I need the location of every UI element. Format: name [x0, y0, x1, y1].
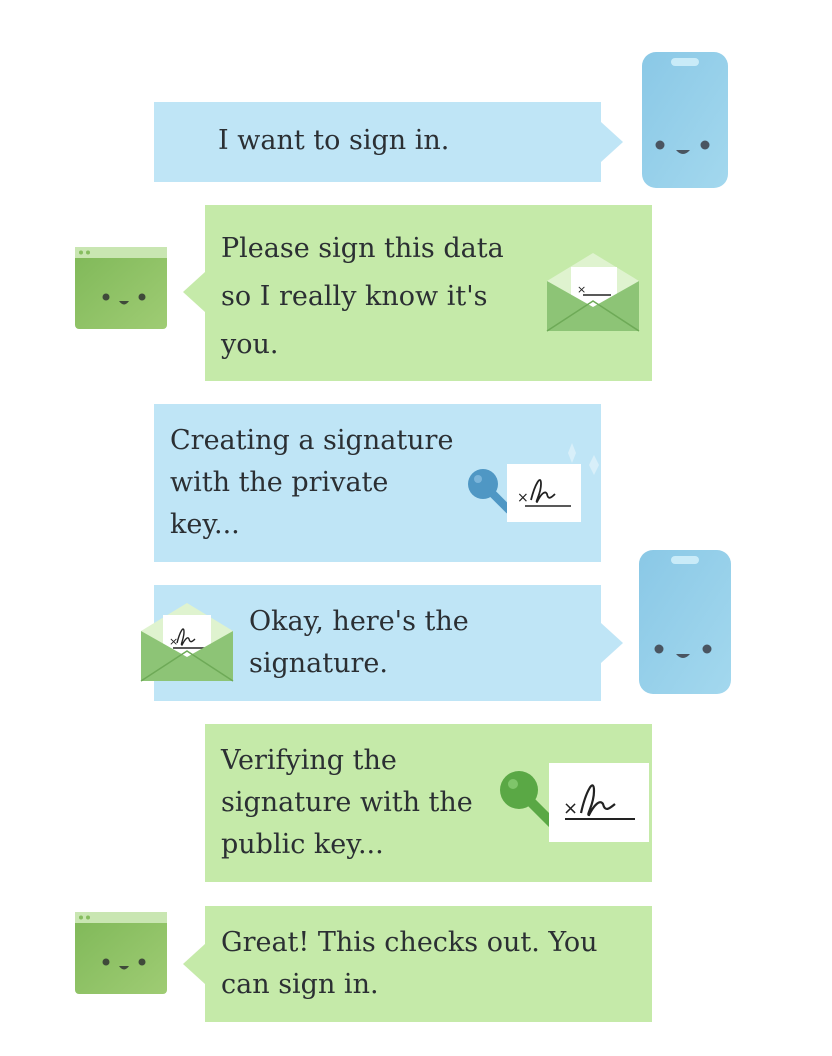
- signature-mark: ×: [517, 490, 529, 506]
- signature-card-icon: ×: [549, 763, 649, 842]
- message-text-5: Verifying the signature with the public …: [221, 745, 473, 860]
- message-bubble-5: Verifying the signature with the public …: [205, 724, 652, 882]
- bubble-tail-4: [601, 623, 623, 663]
- phone-avatar-icon: [637, 548, 733, 696]
- envelope-icon: ×: [545, 251, 641, 333]
- message-text-4: Okay, here's the signature.: [249, 606, 469, 679]
- message-bubble-2: Please sign this data so I really know i…: [205, 205, 652, 381]
- bubble-tail-1: [601, 122, 623, 162]
- message-text-1: I want to sign in.: [218, 125, 450, 156]
- envelope-icon: ×: [139, 601, 235, 683]
- message-bubble-6: Great! This checks out. You can sign in.: [205, 906, 652, 1022]
- message-text-2: Please sign this data so I really know i…: [221, 233, 504, 360]
- bubble-tail-2: [183, 272, 205, 312]
- message-text-6: Great! This checks out. You can sign in.: [221, 927, 598, 1000]
- signature-mark: ×: [563, 798, 578, 819]
- sparkle-icon: [563, 441, 603, 481]
- message-text-3: Creating a signature with the private ke…: [170, 425, 454, 540]
- browser-avatar-icon: [74, 246, 168, 330]
- phone-avatar-icon: [640, 50, 730, 190]
- message-bubble-3: Creating a signature with the private ke…: [154, 404, 601, 562]
- browser-avatar-icon: [74, 911, 168, 995]
- bubble-tail-6: [183, 944, 205, 984]
- signature-mark: ×: [577, 283, 586, 296]
- message-bubble-1: I want to sign in.: [154, 102, 601, 182]
